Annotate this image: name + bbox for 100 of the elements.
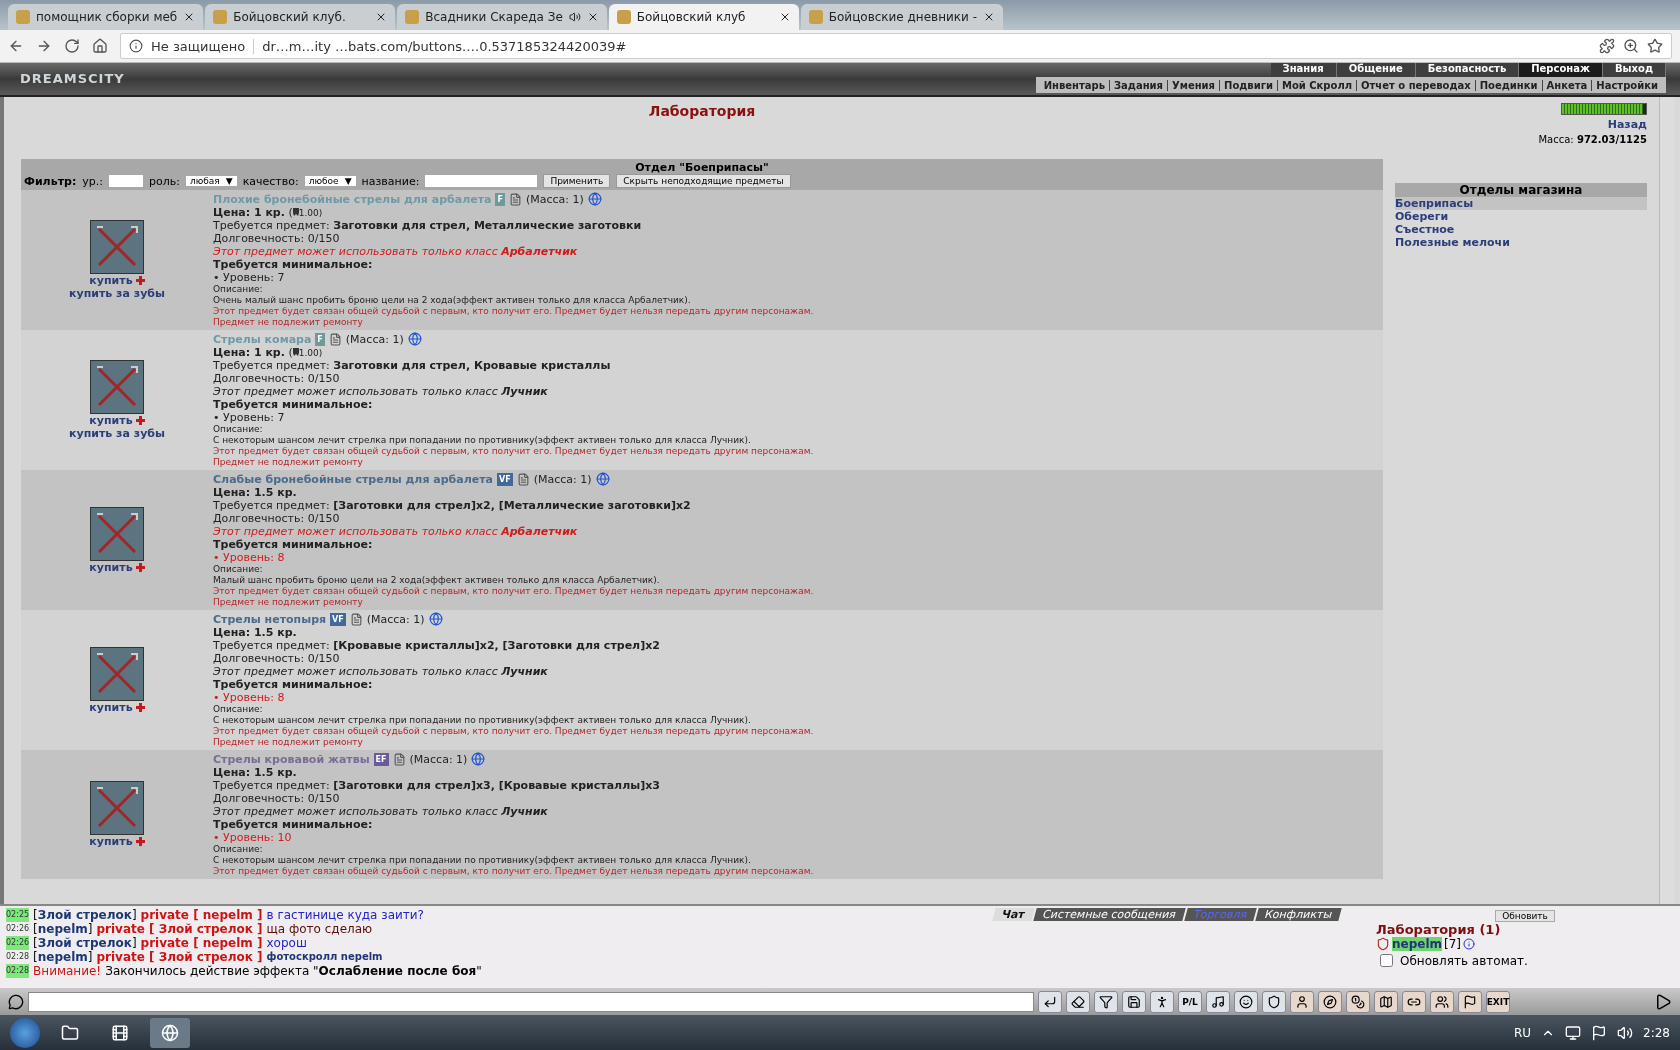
start-button[interactable] <box>10 1017 40 1048</box>
browser-tab[interactable]: Бойцовский клуб. <box>205 4 396 30</box>
map-button[interactable] <box>1374 990 1398 1013</box>
role-select[interactable]: любая ▼ <box>185 176 237 186</box>
private-recipient[interactable]: private [ Злой стрелок ] <box>96 922 263 936</box>
user-button[interactable] <box>1290 990 1314 1013</box>
scrollbar[interactable] <box>1659 97 1674 904</box>
puzzle-icon[interactable] <box>1599 38 1615 54</box>
private-recipient[interactable]: private [ nepelm ] <box>140 908 263 922</box>
browser-tab[interactable]: Бойцовские дневники - <box>800 4 1003 30</box>
filter-button[interactable] <box>1094 990 1118 1013</box>
network-icon[interactable] <box>1565 1024 1582 1041</box>
menu-item[interactable]: Выход <box>1602 63 1666 77</box>
document-icon[interactable] <box>516 472 530 486</box>
chat-tab[interactable]: Конфликты <box>1255 908 1342 921</box>
pl-button[interactable]: P/L <box>1178 990 1202 1013</box>
globe-icon[interactable] <box>407 332 422 346</box>
music-button[interactable] <box>1206 990 1230 1013</box>
refresh-button[interactable]: Обновить <box>1495 910 1555 922</box>
smiley-button[interactable] <box>1234 990 1258 1013</box>
link-button[interactable] <box>1402 990 1426 1013</box>
submenu-link[interactable]: Анкета <box>1542 79 1593 91</box>
flag-button[interactable] <box>1458 990 1482 1013</box>
document-icon[interactable] <box>392 752 406 766</box>
compass-button[interactable] <box>1318 990 1342 1013</box>
department-link[interactable]: Обереги <box>1395 210 1647 223</box>
buy-link[interactable]: купить <box>89 274 145 287</box>
speaker-icon[interactable] <box>1617 1024 1634 1041</box>
apply-button[interactable]: Применить <box>543 174 611 188</box>
globe-icon[interactable] <box>428 612 443 626</box>
helmet-button[interactable] <box>1262 990 1286 1013</box>
private-recipient[interactable]: private [ Злой стрелок ] <box>96 950 263 964</box>
exit-button[interactable]: EXIT <box>1486 990 1510 1013</box>
forward-icon[interactable] <box>36 38 52 54</box>
browser-tab[interactable]: помощник сборки меб <box>8 4 204 30</box>
buy-link[interactable]: купить <box>89 700 145 714</box>
submenu-link[interactable]: Умения <box>1168 79 1221 91</box>
home-icon[interactable] <box>92 38 108 54</box>
submenu-link[interactable]: Задания <box>1110 79 1169 91</box>
level-input[interactable] <box>109 175 143 187</box>
menu-item[interactable]: Персонаж <box>1519 63 1603 77</box>
browser-tab[interactable]: Бойцовский клуб <box>608 4 799 30</box>
running-person-button[interactable] <box>1150 990 1174 1013</box>
buy-link[interactable]: купить <box>89 414 145 427</box>
buy-for-teeth-link[interactable]: купить за зубы <box>69 427 165 440</box>
address-bar[interactable]: Не защищено dr…m…ity …bats.com/buttons.…0.537185324420039# <box>120 33 1672 59</box>
zoom-icon[interactable] <box>1623 38 1639 54</box>
quality-select[interactable]: любое ▼ <box>304 176 356 186</box>
document-icon[interactable] <box>349 612 363 626</box>
submenu-link[interactable]: Отчет о переводах <box>1357 79 1476 91</box>
menu-item[interactable]: Общение <box>1336 63 1416 77</box>
document-icon[interactable] <box>508 192 522 206</box>
game-logo[interactable]: DREAMSCITY <box>0 63 220 95</box>
auto-refresh-checkbox[interactable] <box>1380 954 1393 967</box>
sender-name[interactable]: [nepelm] <box>33 950 93 964</box>
speech-icon[interactable] <box>8 993 24 1010</box>
department-link[interactable]: Полезные мелочи <box>1395 236 1647 249</box>
save-button[interactable] <box>1122 990 1146 1013</box>
users-button[interactable] <box>1430 990 1454 1013</box>
item-name-link[interactable]: Стрелы нетопыря <box>213 612 327 626</box>
eraser-button[interactable] <box>1066 990 1090 1013</box>
speaker-icon[interactable] <box>568 11 581 23</box>
coins-button[interactable] <box>1346 990 1370 1013</box>
submenu-link[interactable]: Мой Скролл <box>1277 79 1358 91</box>
user-name[interactable]: nepelm <box>1392 937 1443 951</box>
info-icon[interactable] <box>1463 938 1476 950</box>
chat-tab[interactable]: Системные сообщения <box>1033 908 1186 921</box>
browser-taskbar-icon[interactable] <box>150 1017 190 1048</box>
menu-item[interactable]: Безопасность <box>1415 63 1520 77</box>
chat-input[interactable] <box>28 991 1034 1012</box>
menu-item[interactable]: Знания <box>1270 63 1337 77</box>
submenu-link[interactable]: Подвиги <box>1220 79 1278 91</box>
sender-name[interactable]: [nepelm] <box>33 922 93 936</box>
submenu-link[interactable]: Настройки <box>1592 79 1662 91</box>
language-indicator[interactable]: RU <box>1513 1025 1532 1040</box>
close-icon[interactable] <box>983 11 995 23</box>
enter-button[interactable] <box>1038 990 1062 1013</box>
buy-link[interactable]: купить <box>89 560 145 574</box>
name-input[interactable] <box>425 175 538 187</box>
globe-icon[interactable] <box>587 192 602 206</box>
back-link[interactable]: Назад <box>1607 118 1647 131</box>
reload-icon[interactable] <box>64 38 80 54</box>
browser-tab[interactable]: Всадники Скареда Зе <box>397 4 607 30</box>
play-icon[interactable] <box>1654 992 1672 1011</box>
sender-name[interactable]: [Злой стрелок] <box>33 936 137 950</box>
globe-icon[interactable] <box>471 752 486 766</box>
department-link[interactable]: Боеприпасы <box>1395 197 1647 210</box>
buy-for-teeth-link[interactable]: купить за зубы <box>69 287 165 300</box>
submenu-link[interactable]: Поединки <box>1475 79 1543 91</box>
back-icon[interactable] <box>8 38 24 54</box>
sender-name[interactable]: [Злой стрелок] <box>33 908 137 922</box>
star-icon[interactable] <box>1647 38 1663 54</box>
hide-unsuitable-button[interactable]: Скрыть неподходящие предметы <box>616 174 791 188</box>
buy-link[interactable]: купить <box>89 835 145 848</box>
flag-icon[interactable] <box>1591 1024 1608 1041</box>
department-link[interactable]: Съестное <box>1395 223 1647 236</box>
globe-icon[interactable] <box>595 472 610 486</box>
chat-tab[interactable]: Чат <box>992 908 1035 921</box>
document-icon[interactable] <box>328 332 342 346</box>
private-recipient[interactable]: private [ nepelm ] <box>140 936 263 950</box>
